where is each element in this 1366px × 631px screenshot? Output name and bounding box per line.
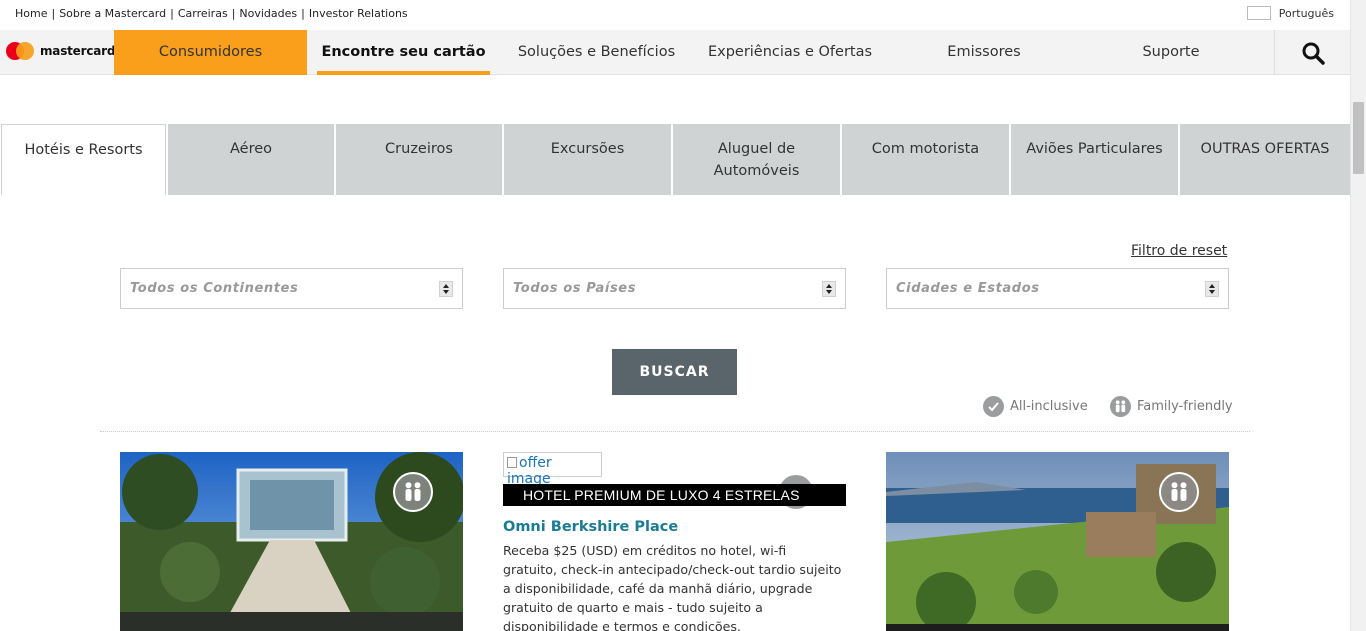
family-icon [1110, 396, 1131, 417]
search-submit-button[interactable]: BUSCAR [612, 349, 737, 395]
tab-other-offers[interactable]: OUTRAS OFERTAS [1180, 124, 1350, 195]
select-arrows-icon [822, 281, 836, 297]
city-select[interactable]: Cidades e Estados [886, 268, 1229, 309]
section-divider [100, 431, 1250, 432]
continent-select-value: Todos os Continentes [130, 281, 299, 296]
tab-hotels[interactable]: Hotéis e Resorts [1, 124, 166, 195]
offer-title-link[interactable]: Omni Berkshire Place [503, 519, 678, 535]
continent-select[interactable]: Todos os Continentes [120, 268, 463, 309]
main-nav: mastercard Consumidores Encontre seu car… [0, 30, 1350, 75]
separator: | [231, 7, 236, 20]
utility-links: Home | Sobre a Mastercard | Carreiras | Nov… [15, 7, 408, 20]
tab-car-rental[interactable]: Aluguel de Automóveis [673, 124, 842, 195]
tab-cruises[interactable]: Cruzeiros [336, 124, 504, 195]
legend-all-inclusive: All-inclusive [983, 396, 1088, 417]
language-label: Português [1278, 6, 1334, 20]
nav-solutions[interactable]: Soluções e Benefícios [505, 30, 688, 75]
tab-chauffeur[interactable]: Com motorista [842, 124, 1011, 195]
scrollbar-thumb[interactable] [1353, 102, 1364, 174]
check-icon [983, 396, 1004, 417]
offer-image-3[interactable] [886, 452, 1229, 631]
offer-image-1[interactable] [120, 452, 463, 631]
family-icon [405, 482, 421, 501]
separator: | [301, 7, 305, 20]
country-select[interactable]: Todos os Países [503, 268, 846, 309]
country-select-value: Todos os Países [513, 281, 637, 296]
legend-family-friendly-label: Family-friendly [1137, 399, 1233, 414]
home-link[interactable]: Home [15, 7, 47, 20]
offer-image-2[interactable]: offer image [503, 452, 602, 487]
offer-description: Receba $25 (USD) em créditos no hotel, w… [503, 543, 842, 631]
tab-air[interactable]: Aéreo [168, 124, 336, 195]
tab-private-jets[interactable]: Aviões Particulares [1011, 124, 1180, 195]
separator: | [51, 7, 56, 20]
language-selector[interactable]: Português [1246, 6, 1334, 20]
nav-support[interactable]: Suporte [1110, 30, 1232, 75]
reset-filter-link[interactable]: Filtro de reset [1131, 243, 1227, 259]
mastercard-logo[interactable]: mastercard [6, 42, 115, 60]
utility-bar: Home | Sobre a Mastercard | Carreiras | Nov… [0, 0, 1350, 30]
family-friendly-badge [1159, 472, 1199, 512]
family-icon [1171, 482, 1187, 501]
category-tabs: Hotéis e Resorts Aéreo Cruzeiros Excursõ… [0, 124, 1350, 195]
nav-experiences[interactable]: Experiências e Ofertas [702, 30, 878, 75]
legend-all-inclusive-label: All-inclusive [1010, 399, 1088, 414]
search-button[interactable] [1274, 30, 1350, 75]
search-icon [1302, 42, 1325, 65]
select-arrows-icon [439, 281, 453, 297]
page-scrollbar[interactable] [1350, 0, 1366, 631]
select-arrows-icon [1205, 281, 1219, 297]
legend-family-friendly: Family-friendly [1110, 396, 1233, 417]
broken-image-icon [507, 457, 517, 468]
hotel-category-band: HOTEL PREMIUM DE LUXO 4 ESTRELAS [503, 484, 846, 506]
city-select-value: Cidades e Estados [896, 281, 1040, 296]
about-link[interactable]: Sobre a Mastercard [59, 7, 166, 20]
logo-text: mastercard [40, 44, 116, 58]
investor-relations-link[interactable]: Investor Relations [309, 7, 408, 20]
nav-find-card[interactable]: Encontre seu cartão [317, 30, 490, 75]
family-friendly-badge [393, 472, 433, 512]
flag-icon [1246, 6, 1271, 20]
separator: | [170, 7, 174, 20]
nav-consumers[interactable]: Consumidores [114, 30, 307, 75]
nav-issuers[interactable]: Emissores [914, 30, 1054, 75]
logo-orange-circle [16, 42, 34, 60]
tab-excursions[interactable]: Excursões [504, 124, 673, 195]
careers-link[interactable]: Carreiras [178, 7, 228, 20]
news-link[interactable]: Novidades [239, 7, 297, 20]
